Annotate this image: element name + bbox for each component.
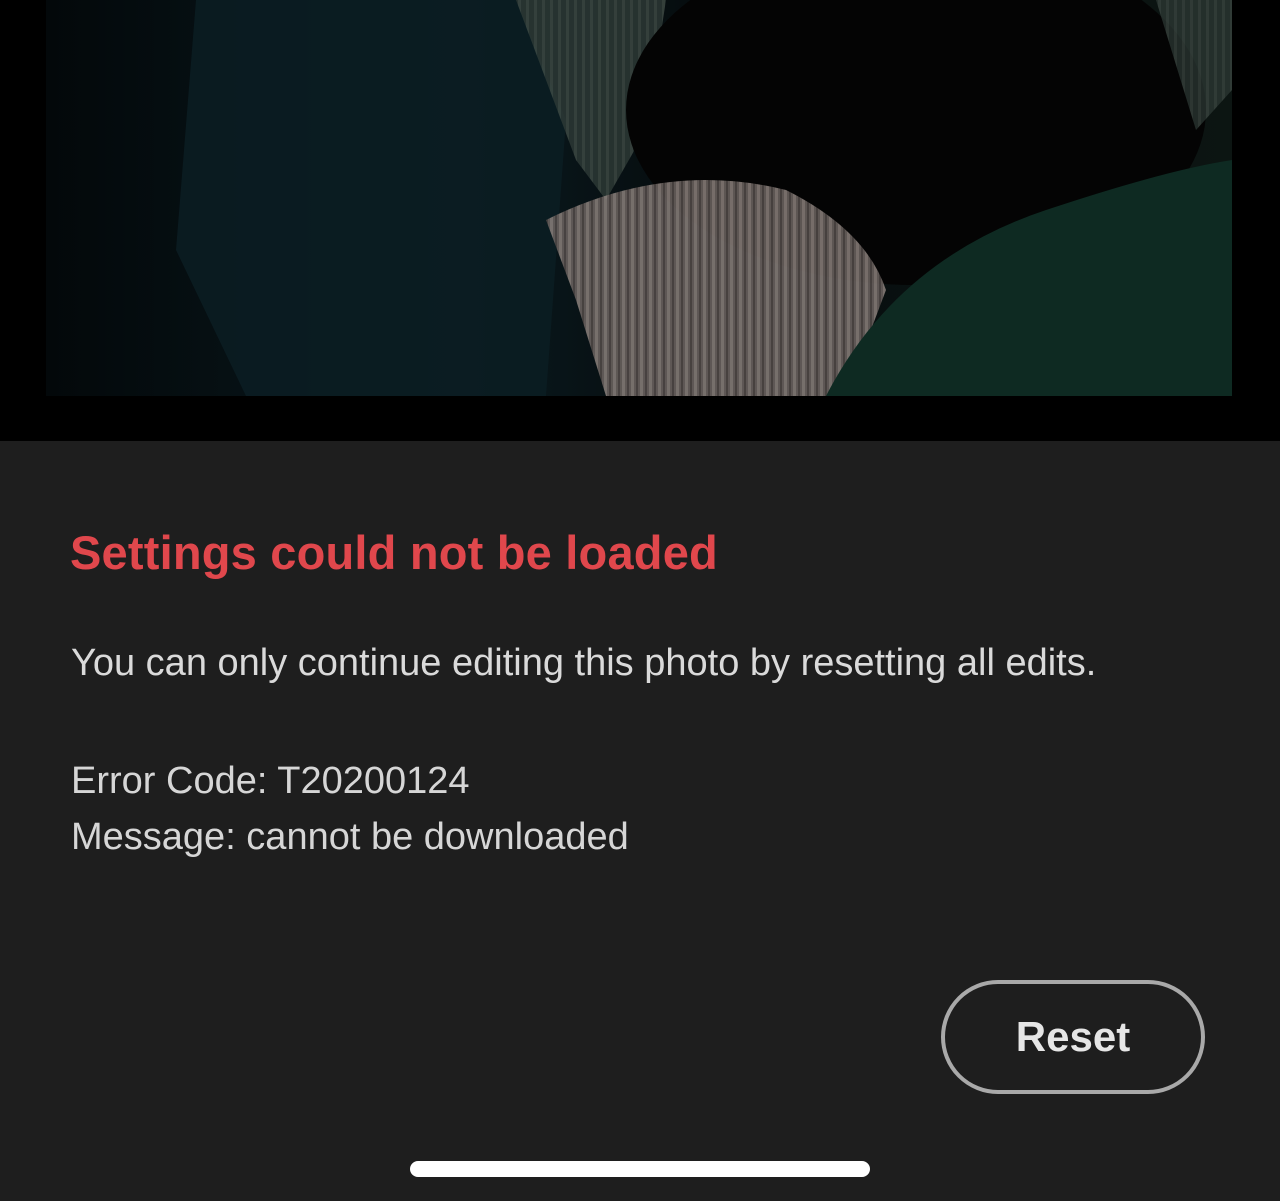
reset-button[interactable]: Reset <box>941 980 1205 1094</box>
error-message: Message: cannot be downloaded <box>71 816 629 858</box>
error-dialog: Settings could not be loaded You can onl… <box>0 441 1280 1201</box>
dialog-message: You can only continue editing this photo… <box>71 642 1097 684</box>
error-code: Error Code: T20200124 <box>71 760 470 802</box>
error-details: Error Code: T20200124 Message: cannot be… <box>71 753 629 865</box>
app-screen: Settings could not be loaded You can onl… <box>0 0 1280 1201</box>
photo-preview <box>46 0 1232 396</box>
photo-preview-area <box>0 0 1280 441</box>
dialog-title: Settings could not be loaded <box>70 526 718 579</box>
photo-image <box>46 0 1232 396</box>
home-indicator[interactable] <box>410 1161 870 1177</box>
